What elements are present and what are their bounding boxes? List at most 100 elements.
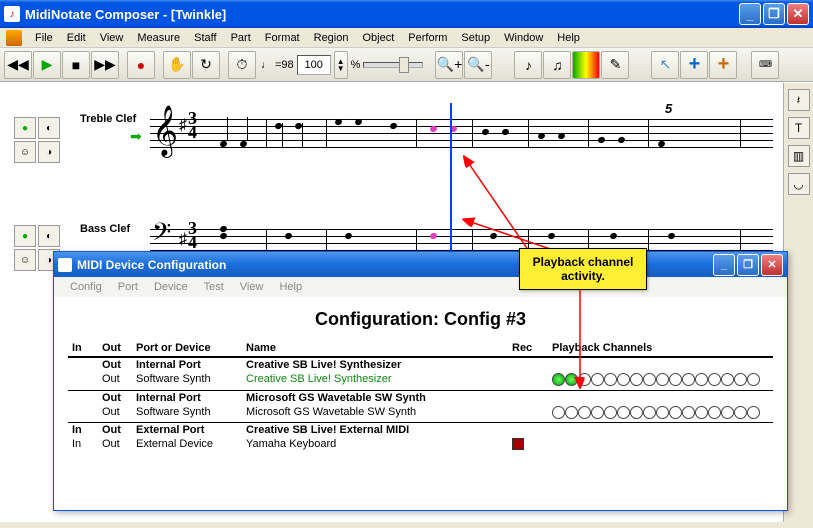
menu-edit[interactable]: Edit xyxy=(60,30,93,46)
callout-text: Playback channel activity. xyxy=(533,255,634,283)
treble-label: Treble Clef xyxy=(80,113,136,125)
col-in: In xyxy=(68,340,98,357)
dialog-close-button[interactable]: ✕ xyxy=(761,254,783,276)
tempo-value: =98 xyxy=(275,59,294,71)
pointer-button[interactable]: ↖ xyxy=(651,51,679,79)
key-sharp-icon: ♯ xyxy=(179,117,187,135)
tempo-percent-input[interactable] xyxy=(297,55,331,75)
minimize-button[interactable]: _ xyxy=(739,3,761,25)
channel-indicators xyxy=(552,406,769,419)
tool-note-1[interactable]: ♪ xyxy=(514,51,542,79)
table-row[interactable]: OutSoftware SynthCreative SB Live! Synth… xyxy=(68,372,773,387)
table-row[interactable]: OutInternal PortMicrosoft GS Wavetable S… xyxy=(68,390,773,405)
staff-solo-bass[interactable]: ☺ xyxy=(14,249,36,271)
rewind-button[interactable]: ◀◀ xyxy=(4,51,32,79)
window-title: MidiNotate Composer - [Twinkle] xyxy=(25,7,737,22)
col-rec: Rec xyxy=(508,340,548,357)
time-signature-bass: 34 xyxy=(188,221,197,249)
staff-mute-treble[interactable]: ◐ xyxy=(38,117,60,139)
measure-number: 5 xyxy=(665,101,672,116)
callout-tooltip: Playback channel activity. xyxy=(519,248,647,290)
play-button[interactable]: ▶ xyxy=(33,51,61,79)
dialog-maximize-button[interactable]: ❐ xyxy=(737,254,759,276)
add-button[interactable]: + xyxy=(680,51,708,79)
staff-mute-bass[interactable]: ◐ xyxy=(38,225,60,247)
dlg-menu-device[interactable]: Device xyxy=(146,279,196,295)
menu-measure[interactable]: Measure xyxy=(130,30,187,46)
doc-icon xyxy=(6,30,22,46)
menu-window[interactable]: Window xyxy=(497,30,550,46)
toolbar: ◀◀ ▶ ■ ▶▶ ● ✋ ↻ ⏱ ♩ =98 ▲▼ % 🔍+ 🔍- ♪ ♫ ✎… xyxy=(0,48,813,82)
staff-play-bass[interactable]: ● xyxy=(14,225,36,247)
record-button[interactable]: ● xyxy=(127,51,155,79)
menu-perform[interactable]: Perform xyxy=(401,30,454,46)
treble-staff: Treble Clef ➡ 𝄞 ♯ 34 5 xyxy=(70,93,773,193)
dialog-minimize-button[interactable]: _ xyxy=(713,254,735,276)
tool-dynamics[interactable] xyxy=(572,51,600,79)
staff-solo-treble[interactable]: ☺ xyxy=(14,141,36,163)
table-row[interactable]: InOutExternal PortCreative SB Live! Exte… xyxy=(68,423,773,438)
menu-region[interactable]: Region xyxy=(307,30,356,46)
tool-rest-icon[interactable]: 𝄽 xyxy=(788,89,810,111)
loop-button[interactable]: ↻ xyxy=(192,51,220,79)
menu-view[interactable]: View xyxy=(93,30,131,46)
menu-help[interactable]: Help xyxy=(550,30,587,46)
tempo-slider[interactable] xyxy=(363,62,423,68)
dlg-menu-test[interactable]: Test xyxy=(196,279,232,295)
tool-pen[interactable]: ✎ xyxy=(601,51,629,79)
dialog-icon xyxy=(58,258,72,272)
channel-indicators xyxy=(552,373,769,386)
device-table: In Out Port or Device Name Rec Playback … xyxy=(68,340,773,454)
col-out: Out xyxy=(98,340,132,357)
tool-tie-icon[interactable]: ◡ xyxy=(788,173,810,195)
main-titlebar: ♪ MidiNotate Composer - [Twinkle] _ ❐ ✕ xyxy=(0,0,813,28)
metronome-button[interactable]: ⏱ xyxy=(228,51,256,79)
dlg-menu-port[interactable]: Port xyxy=(110,279,146,295)
fastfwd-button[interactable]: ▶▶ xyxy=(91,51,119,79)
add-special-button[interactable]: + xyxy=(709,51,737,79)
percent-label: % xyxy=(351,59,361,71)
key-sharp-bass-icon: ♯ xyxy=(179,231,187,249)
zoom-out-button[interactable]: 🔍- xyxy=(464,51,492,79)
table-row[interactable]: OutInternal PortCreative SB Live! Synthe… xyxy=(68,357,773,372)
bass-label: Bass Clef xyxy=(80,223,130,235)
tool-text-icon[interactable]: T xyxy=(788,117,810,139)
midi-config-dialog: MIDI Device Configuration _ ❐ ✕ Config P… xyxy=(53,251,788,511)
col-port: Port or Device xyxy=(132,340,242,357)
tool-note-2[interactable]: ♫ xyxy=(543,51,571,79)
play-cursor-icon: ➡ xyxy=(130,128,142,145)
col-name: Name xyxy=(242,340,508,357)
menu-object[interactable]: Object xyxy=(355,30,401,46)
menu-setup[interactable]: Setup xyxy=(454,30,497,46)
maximize-button[interactable]: ❐ xyxy=(763,3,785,25)
stop-button[interactable]: ■ xyxy=(62,51,90,79)
staff-play-treble[interactable]: ● xyxy=(14,117,36,139)
rec-indicator xyxy=(512,438,524,450)
zoom-in-button[interactable]: 🔍+ xyxy=(435,51,463,79)
dialog-heading: Configuration: Config #3 xyxy=(68,303,773,340)
table-row[interactable]: OutSoftware SynthMicrosoft GS Wavetable … xyxy=(68,405,773,420)
table-row[interactable]: InOutExternal DeviceYamaha Keyboard xyxy=(68,437,773,454)
bass-clef-icon: 𝄢 xyxy=(152,219,171,253)
tool-flag-icon[interactable]: ▥ xyxy=(788,145,810,167)
tempo-stepper[interactable]: ▲▼ xyxy=(334,51,348,79)
dialog-titlebar: MIDI Device Configuration _ ❐ ✕ xyxy=(54,252,787,277)
menubar: File Edit View Measure Staff Part Format… xyxy=(0,28,813,48)
dlg-menu-view[interactable]: View xyxy=(232,279,272,295)
dialog-menubar: Config Port Device Test View Help xyxy=(54,277,787,297)
tempo-icon: ♩ xyxy=(261,59,272,71)
time-signature: 34 xyxy=(188,111,197,139)
col-channels: Playback Channels xyxy=(548,340,773,357)
hand-button[interactable]: ✋ xyxy=(163,51,191,79)
app-icon: ♪ xyxy=(4,6,20,22)
menu-file[interactable]: File xyxy=(28,30,60,46)
staff-opt-treble[interactable]: ◑ xyxy=(38,141,60,163)
menu-format[interactable]: Format xyxy=(258,30,307,46)
menu-part[interactable]: Part xyxy=(224,30,258,46)
dlg-menu-config[interactable]: Config xyxy=(62,279,110,295)
keyboard-view-button[interactable]: ⌨ xyxy=(751,51,779,79)
close-button[interactable]: ✕ xyxy=(787,3,809,25)
treble-clef-icon: 𝄞 xyxy=(152,105,178,156)
dlg-menu-help[interactable]: Help xyxy=(271,279,310,295)
menu-staff[interactable]: Staff xyxy=(187,30,223,46)
